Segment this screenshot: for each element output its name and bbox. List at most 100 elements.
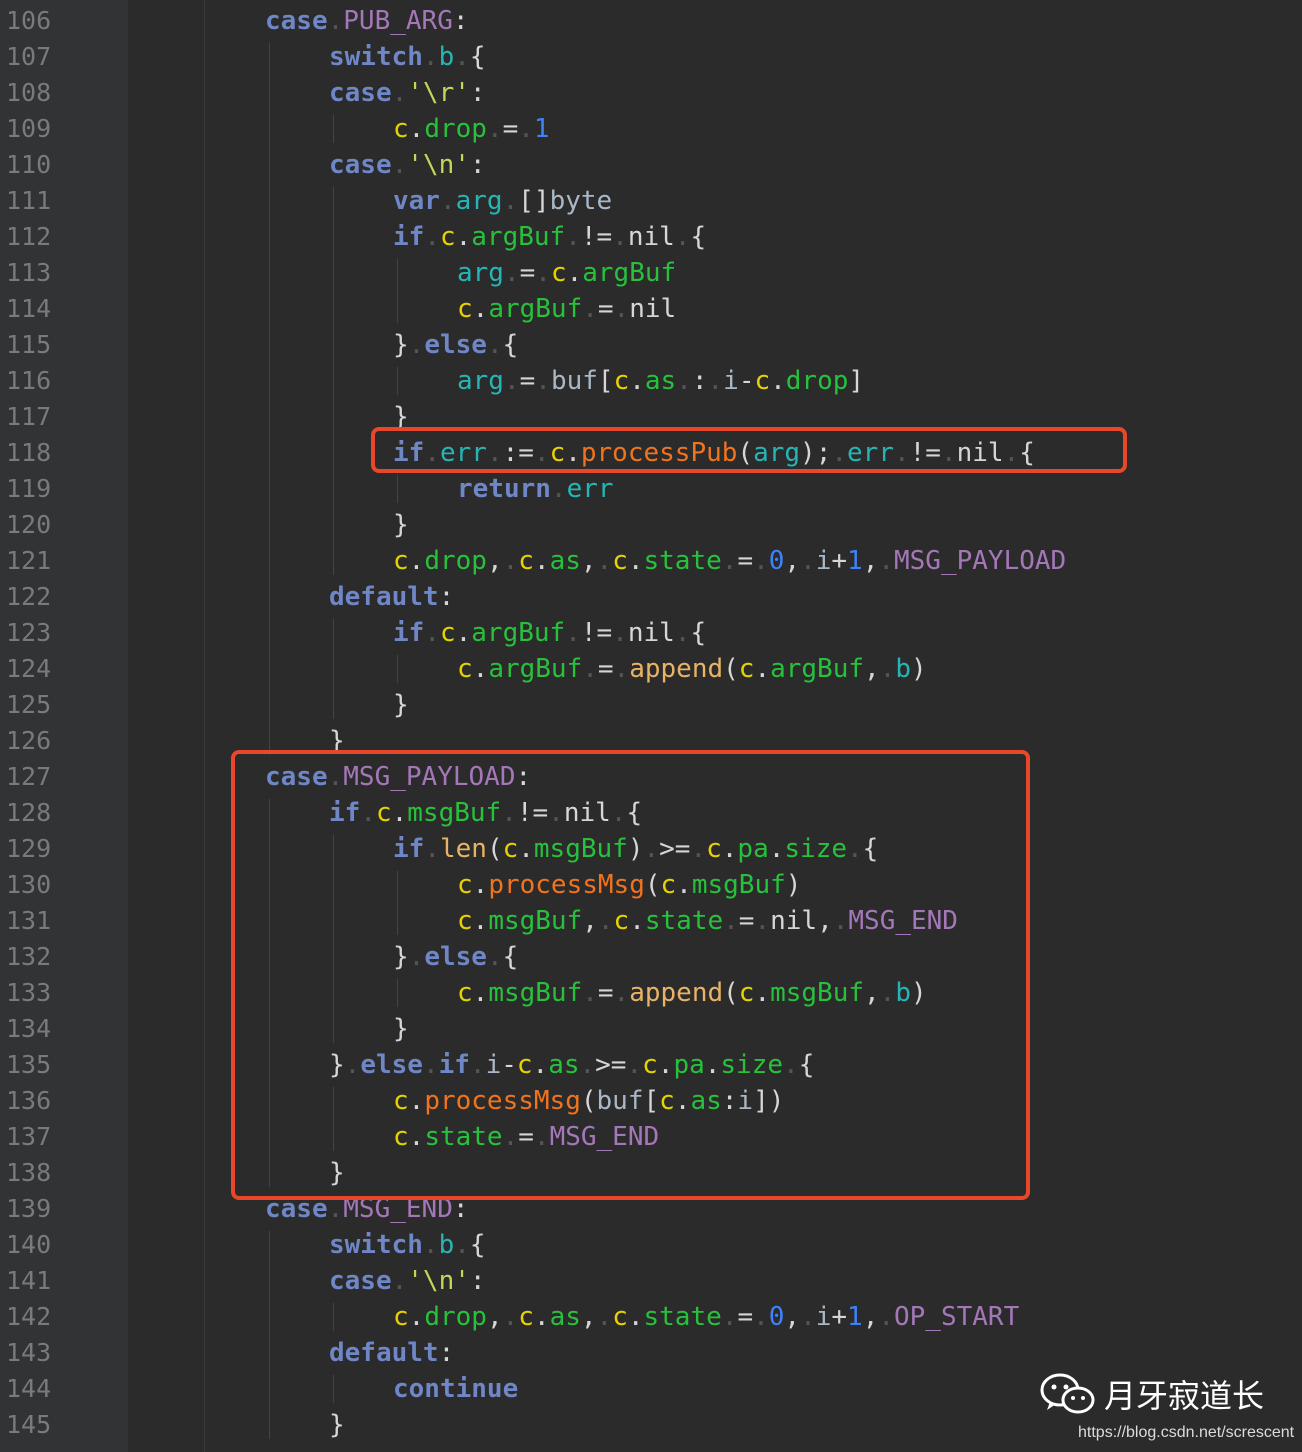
code-line[interactable]: 110 case.'\n': (0, 147, 1302, 183)
indent-guide (397, 367, 398, 395)
watermark-name: 月牙寂道长 (1104, 1377, 1265, 1415)
line-number: 137 (6, 1122, 52, 1151)
line-number: 114 (6, 294, 52, 323)
code-text: case.'\n': (329, 150, 486, 180)
line-number: 135 (6, 1050, 52, 1079)
line-number: 143 (6, 1338, 52, 1367)
indent-guide (333, 187, 334, 575)
line-number: 126 (6, 726, 52, 755)
code-line[interactable]: 121 c.drop,.c.as,.c.state.=.0,.i+1,.MSG_P… (0, 543, 1302, 579)
code-text: if.c.argBuf.!=.nil.{ (393, 618, 707, 648)
indent-guide (269, 1231, 270, 1439)
code-line[interactable]: 122 default: (0, 579, 1302, 615)
indent-guide (269, 43, 270, 755)
code-text: arg.=.c.argBuf (457, 258, 677, 288)
line-number: 117 (6, 402, 52, 431)
code-text: arg.=.buf[c.as.:.i-c.drop] (457, 366, 865, 396)
code-line[interactable]: 109 c.drop.=.1 (0, 111, 1302, 147)
line-number: 144 (6, 1374, 52, 1403)
line-number: 112 (6, 222, 52, 251)
wechat-icon (1040, 1373, 1095, 1414)
code-text: } (393, 510, 409, 540)
code-line[interactable]: 141 case.'\n': (0, 1263, 1302, 1299)
indent-guide (397, 259, 398, 323)
highlight-box-processpub (371, 427, 1127, 473)
code-text: c.drop,.c.as,.c.state.=.0,.i+1,.MSG_PAYL… (393, 546, 1067, 576)
code-line[interactable]: 113 arg.=.c.argBuf (0, 255, 1302, 291)
line-number: 113 (6, 258, 52, 287)
code-line[interactable]: 111 var.arg.[]byte (0, 183, 1302, 219)
code-text: } (329, 1410, 345, 1440)
code-line[interactable]: 112 if.c.argBuf.!=.nil.{ (0, 219, 1302, 255)
line-number: 142 (6, 1302, 52, 1331)
code-text: if.c.argBuf.!=.nil.{ (393, 222, 707, 252)
code-text: return.err (457, 474, 614, 504)
code-text: default: (329, 1338, 455, 1368)
line-number: 123 (6, 618, 52, 647)
highlight-box-msg-payload (231, 750, 1030, 1200)
line-number: 124 (6, 654, 52, 683)
line-number: 134 (6, 1014, 52, 1043)
code-text: var.arg.[]byte (393, 186, 613, 216)
code-line[interactable]: 140 switch.b.{ (0, 1227, 1302, 1263)
code-line[interactable]: 115 }.else.{ (0, 327, 1302, 363)
watermark-url: https://blog.csdn.net/screscent (1078, 1424, 1295, 1441)
code-text: c.drop.=.1 (393, 114, 550, 144)
line-number: 115 (6, 330, 52, 359)
indent-guide (333, 1303, 334, 1331)
line-number: 131 (6, 906, 52, 935)
code-line[interactable]: 123 if.c.argBuf.!=.nil.{ (0, 615, 1302, 651)
line-number: 110 (6, 150, 52, 179)
watermark: 月牙寂道长 (1040, 1368, 1270, 1420)
code-text: continue (393, 1374, 519, 1404)
code-text: case.'\n': (329, 1266, 486, 1296)
code-line[interactable]: 124 c.argBuf.=.append(c.argBuf,.b) (0, 651, 1302, 687)
line-number: 111 (6, 186, 52, 215)
line-number: 128 (6, 798, 52, 827)
indent-guide (397, 655, 398, 683)
code-text: case.'\r': (329, 78, 486, 108)
code-text: switch.b.{ (329, 1230, 486, 1260)
line-number: 108 (6, 78, 52, 107)
code-line[interactable]: 142 c.drop,.c.as,.c.state.=.0,.i+1,.OP_ST… (0, 1299, 1302, 1335)
code-editor[interactable]: 106 case.PUB_ARG: 107 switch.b.{108 case.'\r… (0, 0, 1302, 1452)
code-text: }.else.{ (393, 330, 519, 360)
line-number: 138 (6, 1158, 52, 1187)
code-line[interactable]: 114 c.argBuf.=.nil (0, 291, 1302, 327)
code-text: c.drop,.c.as,.c.state.=.0,.i+1,.OP_START (393, 1302, 1020, 1332)
code-line[interactable]: 106 case.PUB_ARG: (0, 3, 1302, 39)
line-number: 132 (6, 942, 52, 971)
code-text: } (393, 690, 409, 720)
code-line[interactable]: 116 arg.=.buf[c.as.:.i-c.drop] (0, 363, 1302, 399)
line-number: 106 (6, 6, 52, 35)
code-text: case.PUB_ARG: (265, 6, 469, 36)
line-number: 139 (6, 1194, 52, 1223)
code-text: c.argBuf.=.append(c.argBuf,.b) (457, 654, 927, 684)
line-number: 109 (6, 114, 52, 143)
line-number: 125 (6, 690, 52, 719)
indent-guide (333, 1375, 334, 1403)
line-number: 127 (6, 762, 52, 791)
line-number: 122 (6, 582, 52, 611)
line-number: 107 (6, 42, 52, 71)
line-number: 119 (6, 474, 52, 503)
line-number: 141 (6, 1266, 52, 1295)
code-line[interactable]: 107 switch.b.{ (0, 39, 1302, 75)
code-line[interactable]: 108 case.'\r': (0, 75, 1302, 111)
code-line[interactable]: 125} (0, 687, 1302, 723)
code-line[interactable]: 120} (0, 507, 1302, 543)
line-number: 133 (6, 978, 52, 1007)
indent-guide (333, 115, 334, 143)
line-number: 140 (6, 1230, 52, 1259)
code-line[interactable]: 119 return.err (0, 471, 1302, 507)
code-text: default: (329, 582, 455, 612)
line-number: 121 (6, 546, 52, 575)
code-line[interactable]: 143 default: (0, 1335, 1302, 1371)
line-number: 120 (6, 510, 52, 539)
line-number: 136 (6, 1086, 52, 1115)
indent-guide (333, 619, 334, 719)
line-number: 130 (6, 870, 52, 899)
line-number: 129 (6, 834, 52, 863)
line-number: 116 (6, 366, 52, 395)
indent-guide (397, 475, 398, 503)
